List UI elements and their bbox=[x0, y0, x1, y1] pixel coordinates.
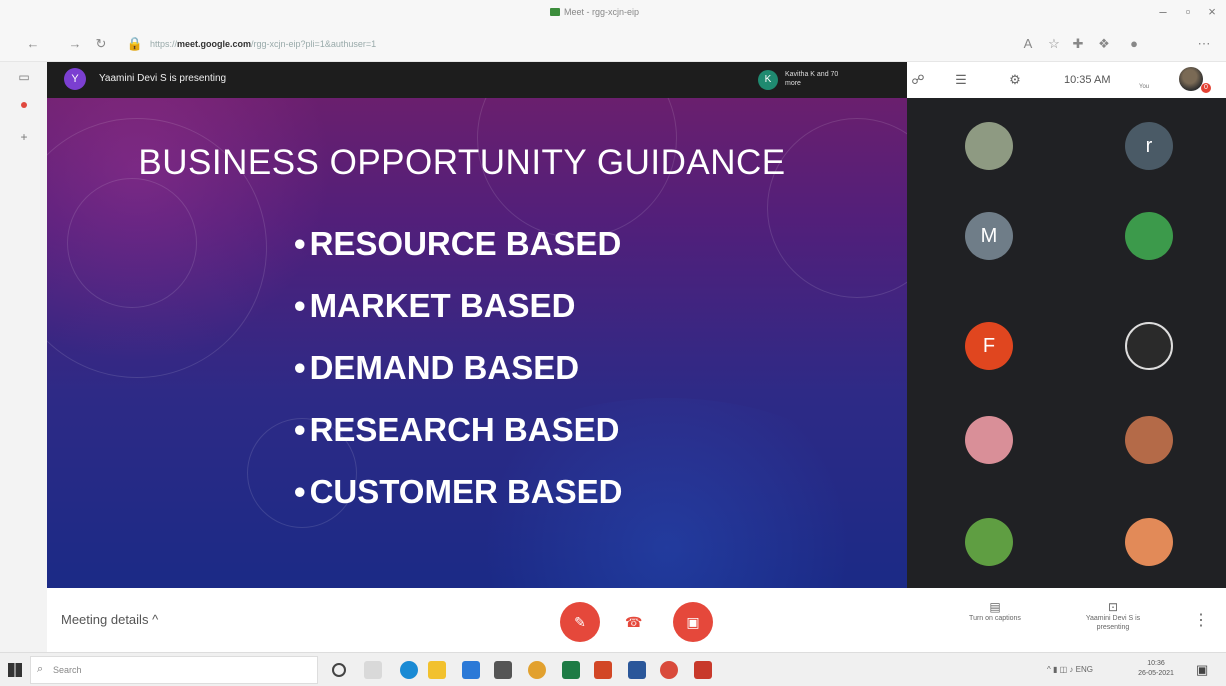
favorite-icon[interactable]: ☆ bbox=[1045, 36, 1063, 52]
meet-favicon-icon bbox=[550, 8, 560, 16]
system-time: 10:36 bbox=[1147, 660, 1165, 667]
present-screen-icon: ⊡ bbox=[1107, 600, 1119, 614]
meeting-details-label: Meeting details bbox=[61, 612, 149, 627]
active-tab-icon[interactable] bbox=[21, 102, 27, 108]
slide-bullet: • RESOURCE BASED bbox=[294, 225, 622, 262]
slide-title: BUSINESS OPPORTUNITY GUIDANCE bbox=[138, 143, 786, 182]
store-icon[interactable] bbox=[494, 661, 512, 679]
meet-top-controls: ☍ ☰ ⚙ 10:35 AM You 0 bbox=[907, 62, 1226, 98]
self-avatar[interactable] bbox=[1179, 67, 1203, 91]
meeting-details-button[interactable]: Meeting details ^ bbox=[61, 612, 158, 627]
url-prefix: https:// bbox=[150, 39, 178, 49]
participant-tile[interactable] bbox=[1125, 518, 1173, 566]
profile-icon[interactable]: ● bbox=[1125, 36, 1143, 51]
captions-label: Turn on captions bbox=[969, 615, 1021, 622]
mic-off-icon[interactable]: ✎ bbox=[560, 602, 600, 642]
participant-tile[interactable] bbox=[1125, 322, 1173, 370]
chat-icon[interactable]: ☰ bbox=[950, 72, 972, 88]
slide-bullet-list: • RESOURCE BASED • MARKET BASED • DEMAND BA… bbox=[294, 224, 622, 534]
slide-bullet: • MARKET BASED bbox=[294, 287, 576, 324]
tray-up-icon: ^ ▮ ◫ ♪ bbox=[1047, 665, 1076, 674]
system-clock[interactable]: 10:36 26-05-2021 bbox=[1134, 659, 1178, 679]
participant-tile[interactable] bbox=[1125, 416, 1173, 464]
cortana-icon[interactable] bbox=[332, 663, 346, 677]
meeting-clock: 10:35 AM bbox=[1064, 74, 1111, 86]
lock-icon: 🔒 bbox=[126, 36, 144, 51]
browser-app-icon[interactable] bbox=[660, 661, 678, 679]
maximize-icon[interactable]: ▫ bbox=[1178, 4, 1198, 19]
participant-tile[interactable] bbox=[965, 122, 1013, 170]
notification-center-icon[interactable]: ▣ bbox=[1196, 662, 1208, 678]
taskbar-search[interactable]: ⌕ Search bbox=[30, 656, 318, 684]
file-explorer-icon[interactable] bbox=[428, 661, 446, 679]
powerpoint-icon[interactable] bbox=[594, 661, 612, 679]
notification-badge: 0 bbox=[1201, 83, 1211, 93]
windows-start-icon[interactable] bbox=[8, 663, 22, 677]
slide-bullet: • CUSTOMER BASED bbox=[294, 473, 623, 510]
participant-grid: r M F bbox=[907, 98, 1226, 588]
refresh-icon[interactable]: ↻ bbox=[92, 36, 110, 52]
chrome-icon[interactable] bbox=[528, 661, 546, 679]
search-placeholder: Search bbox=[53, 665, 82, 675]
search-icon: ⌕ bbox=[37, 663, 44, 675]
present-label: Yaamini Devi S is presenting bbox=[1085, 615, 1141, 631]
collections-icon[interactable]: ✚ bbox=[1069, 36, 1087, 52]
presented-slide: BUSINESS OPPORTUNITY GUIDANCE • RESOURCE … bbox=[47, 98, 907, 588]
hang-up-icon[interactable]: ☎ bbox=[625, 614, 642, 631]
participant-tile[interactable]: F bbox=[965, 322, 1013, 370]
settings-more-icon[interactable]: ⋯ bbox=[1195, 36, 1213, 52]
tab-actions-icon[interactable]: ▭ bbox=[16, 70, 32, 84]
participants-icon[interactable]: ☍ bbox=[907, 72, 929, 88]
presenter-text: Yaamini Devi S is presenting bbox=[99, 73, 227, 84]
slide-bullet: • RESEARCH BASED bbox=[294, 411, 620, 448]
excel-icon[interactable] bbox=[562, 661, 580, 679]
presenter-avatar: Y bbox=[64, 68, 86, 90]
forward-icon[interactable]: → bbox=[66, 36, 84, 51]
activities-icon[interactable]: ⚙ bbox=[1004, 72, 1026, 88]
captions-button[interactable]: ▤ Turn on captions bbox=[945, 600, 1045, 623]
system-tray[interactable]: ^ ▮ ◫ ♪ ENG bbox=[1047, 665, 1093, 674]
call-controls-bar: Meeting details ^ ✎ ☎ ▣ ▤ Turn on captio… bbox=[47, 588, 1226, 652]
new-tab-icon[interactable]: + bbox=[16, 130, 32, 144]
participant-tile[interactable]: M bbox=[965, 212, 1013, 260]
browser-side-rail: ▭ + bbox=[0, 62, 47, 652]
close-icon[interactable]: × bbox=[1202, 4, 1222, 19]
participant-tile[interactable] bbox=[965, 416, 1013, 464]
edge-icon[interactable] bbox=[400, 661, 418, 679]
browser-toolbar: ← → ↻ 🔒 https://meet.google.com/rgg-xcjn… bbox=[0, 28, 1226, 62]
system-date: 26-05-2021 bbox=[1138, 670, 1174, 677]
tab-title: Meet - rgg-xcjn-eip bbox=[564, 7, 640, 17]
minimize-icon[interactable]: – bbox=[1153, 4, 1173, 19]
participant-tile[interactable] bbox=[965, 518, 1013, 566]
url-path: /rgg-xcjn-eip?pli=1&authuser=1 bbox=[251, 39, 377, 49]
participants-summary[interactable]: Kavitha K and 70 more bbox=[785, 70, 845, 88]
language-indicator: ENG bbox=[1075, 665, 1093, 674]
chevron-up-icon: ^ bbox=[152, 612, 159, 627]
camera-off-icon[interactable]: ▣ bbox=[673, 602, 713, 642]
captions-icon: ▤ bbox=[989, 600, 1001, 614]
read-aloud-icon[interactable]: A bbox=[1019, 36, 1037, 51]
back-icon[interactable]: ← bbox=[24, 36, 42, 51]
address-bar[interactable]: https://meet.google.com/rgg-xcjn-eip?pli… bbox=[150, 39, 376, 49]
mail-icon[interactable] bbox=[462, 661, 480, 679]
screen: Meet - rgg-xcjn-eip – ▫ × ← → ↻ 🔒 https:… bbox=[0, 0, 1226, 686]
word-icon[interactable] bbox=[628, 661, 646, 679]
you-label: You bbox=[1139, 84, 1150, 90]
browser-titlebar: Meet - rgg-xcjn-eip – ▫ × bbox=[0, 0, 1226, 28]
participant-avatar[interactable]: K bbox=[758, 70, 778, 90]
presenter-bar: Y Yaamini Devi S is presenting K Kavitha… bbox=[47, 62, 907, 98]
url-domain: meet.google.com bbox=[177, 39, 252, 49]
extensions-icon[interactable]: ❖ bbox=[1095, 36, 1113, 52]
slide-bullet: • DEMAND BASED bbox=[294, 349, 580, 386]
present-button[interactable]: ⊡ Yaamini Devi S is presenting bbox=[1075, 600, 1151, 632]
pdf-app-icon[interactable] bbox=[694, 661, 712, 679]
window-title: Meet - rgg-xcjn-eip bbox=[550, 7, 639, 17]
participant-tile[interactable] bbox=[1125, 212, 1173, 260]
windows-taskbar: ⌕ Search ^ ▮ ◫ ♪ ENG 10:36 26-05-2021 ▣ bbox=[0, 652, 1226, 686]
more-options-icon[interactable]: ⋮ bbox=[1193, 610, 1209, 630]
participant-tile[interactable]: r bbox=[1125, 122, 1173, 170]
task-view-icon[interactable] bbox=[364, 661, 382, 679]
